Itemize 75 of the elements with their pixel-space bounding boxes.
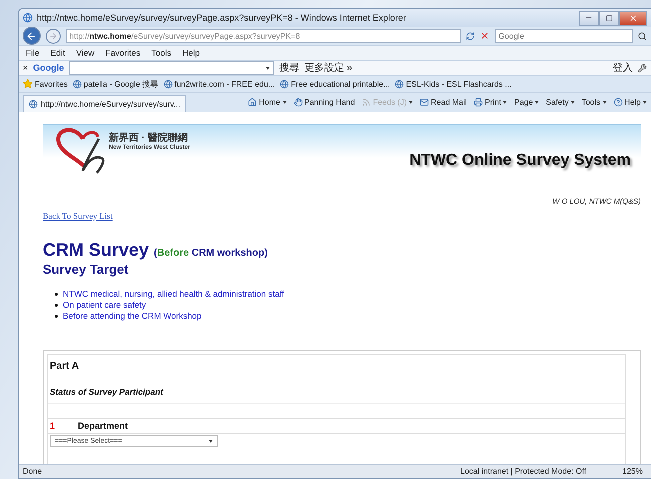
- system-title: NTWC Online Survey System: [410, 152, 631, 170]
- back-arrow-icon: [26, 30, 38, 42]
- globe-icon: [72, 80, 82, 88]
- search-icon[interactable]: [638, 32, 647, 40]
- favorite-link[interactable]: Free educational printable...: [280, 80, 390, 88]
- favorites-button[interactable]: Favorites: [23, 79, 68, 89]
- back-link[interactable]: Back To Survey List: [43, 211, 113, 221]
- target-item: Before attending the CRM Workshop: [63, 311, 202, 322]
- maximize-icon: [606, 14, 612, 22]
- menu-item[interactable]: View: [73, 48, 98, 58]
- help-icon: [614, 98, 623, 107]
- globe-icon: [29, 100, 38, 108]
- sign-in-link[interactable]: 登入: [613, 61, 633, 75]
- minimize-button[interactable]: [579, 10, 599, 26]
- google-toolbar-logo: Google: [33, 63, 64, 73]
- globe-icon: [164, 80, 173, 88]
- address-field[interactable]: http://ntwc.home/eSurvey/survey/surveyPage.aspx?surveyPK=8: [66, 29, 461, 43]
- command-button[interactable]: Panning Hand: [294, 98, 356, 107]
- menu-item[interactable]: Edit: [48, 48, 68, 58]
- back-button[interactable]: [23, 27, 41, 45]
- survey-subtitle: (Before CRM workshop): [154, 248, 268, 259]
- globe-icon: [280, 80, 290, 88]
- target-item: On patient care safety: [63, 300, 146, 311]
- favorite-link[interactable]: patella - Google 搜尋: [72, 78, 159, 90]
- more-settings-link[interactable]: 更多設定 »: [304, 61, 353, 75]
- window-title: http://ntwc.home/eSurvey/survey/surveyPage.aspx?surveyPK=8 - Windows Internet Explorer: [37, 13, 406, 23]
- globe-icon: [395, 80, 404, 88]
- menu-item[interactable]: Tools: [148, 48, 174, 58]
- close-icon: [628, 14, 638, 22]
- security-zone: Local intranet | Protected Mode: Off: [460, 467, 587, 476]
- section-title: Status of Survey Participant: [48, 372, 625, 404]
- menu-item[interactable]: Favorites: [102, 48, 144, 58]
- command-button[interactable]: Safety: [546, 98, 575, 107]
- browser-tab[interactable]: http://ntwc.home/eSurvey/survey/surv...: [23, 95, 186, 112]
- command-button[interactable]: Page: [514, 98, 540, 107]
- question-number: 1: [49, 421, 56, 431]
- globe-icon: [23, 13, 33, 23]
- stop-icon[interactable]: [480, 31, 490, 41]
- target-item: NTWC medical, nursing, allied health & administration staff: [63, 289, 284, 300]
- command-button[interactable]: Home: [248, 98, 286, 107]
- hand-icon: [294, 98, 302, 107]
- toolbar-close-button[interactable]: ×: [23, 63, 28, 73]
- feed-icon: [362, 98, 372, 107]
- status-text: Done: [23, 467, 42, 476]
- part-title: Part A: [49, 360, 80, 372]
- close-button[interactable]: [619, 10, 647, 26]
- toolbar-search-field[interactable]: [69, 61, 274, 75]
- printer-icon: [474, 98, 484, 107]
- command-button[interactable]: Help: [614, 98, 647, 107]
- bullet-icon: [55, 293, 58, 296]
- logo-chinese-text: 新界西 · 醫院聯網: [109, 131, 189, 144]
- favorite-link[interactable]: fun2write.com - FREE edu...: [164, 80, 276, 88]
- caret-icon: [266, 66, 270, 70]
- refresh-icon[interactable]: [466, 32, 475, 40]
- question-label: Department: [78, 421, 128, 431]
- bullet-icon: [55, 315, 58, 318]
- command-button[interactable]: Read Mail: [420, 98, 468, 107]
- section-heading: Survey Target: [43, 262, 130, 277]
- home-icon: [248, 98, 258, 107]
- search-field[interactable]: Google: [494, 29, 634, 43]
- maximize-button[interactable]: [599, 10, 619, 26]
- menu-item[interactable]: Help: [179, 48, 203, 58]
- forward-arrow-icon: [48, 32, 58, 40]
- command-button[interactable]: Tools: [582, 98, 607, 107]
- wrench-icon[interactable]: [638, 64, 647, 72]
- zoom-level[interactable]: 125%: [622, 467, 643, 476]
- mail-icon: [420, 98, 430, 107]
- bullet-icon: [55, 304, 58, 307]
- menu-item[interactable]: File: [23, 48, 43, 58]
- command-button[interactable]: Print: [474, 98, 508, 107]
- favorite-link[interactable]: ESL-Kids - ESL Flashcards ...: [395, 80, 512, 88]
- star-icon: [23, 79, 33, 89]
- survey-title: CRM Survey: [43, 240, 150, 261]
- forward-button[interactable]: [46, 28, 61, 44]
- toolbar-search-button[interactable]: 搜尋: [279, 61, 300, 75]
